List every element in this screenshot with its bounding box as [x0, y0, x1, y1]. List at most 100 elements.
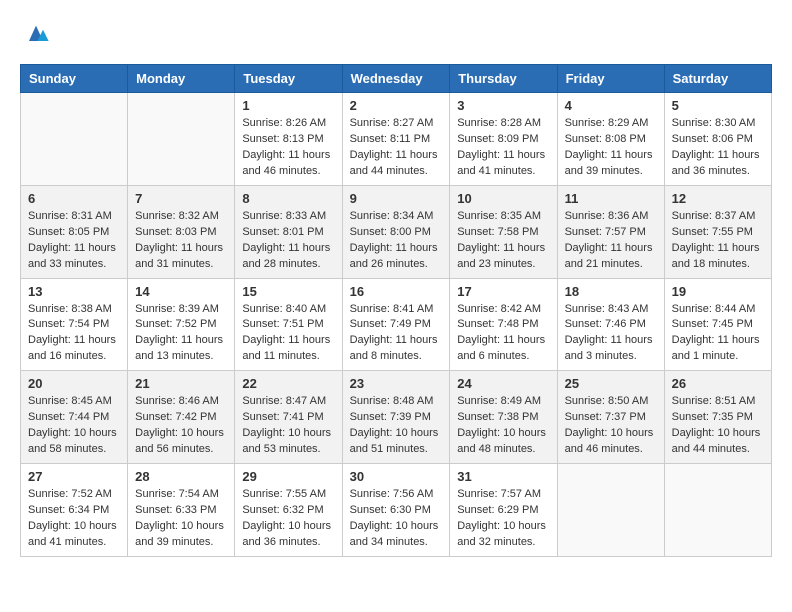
- weekday-header-saturday: Saturday: [664, 65, 771, 93]
- weekday-header-row: SundayMondayTuesdayWednesdayThursdayFrid…: [21, 65, 772, 93]
- day-info: Sunrise: 8:47 AM Sunset: 7:41 PM Dayligh…: [242, 394, 334, 458]
- calendar-cell: 13 Sunrise: 8:38 AM Sunset: 7:54 PM Dayli…: [21, 278, 128, 371]
- day-info: Sunrise: 8:51 AM Sunset: 7:35 PM Dayligh…: [672, 394, 764, 458]
- calendar-cell: 26 Sunrise: 8:51 AM Sunset: 7:35 PM Dayli…: [664, 371, 771, 464]
- day-info: Sunrise: 7:52 AM Sunset: 6:34 PM Dayligh…: [28, 487, 120, 551]
- day-number: 16: [350, 284, 443, 299]
- calendar-cell: 22 Sunrise: 8:47 AM Sunset: 7:41 PM Dayli…: [235, 371, 342, 464]
- weekday-header-thursday: Thursday: [450, 65, 557, 93]
- day-number: 6: [28, 191, 120, 206]
- day-number: 12: [672, 191, 764, 206]
- day-number: 8: [242, 191, 334, 206]
- day-number: 18: [565, 284, 657, 299]
- day-info: Sunrise: 8:44 AM Sunset: 7:45 PM Dayligh…: [672, 302, 764, 366]
- day-info: Sunrise: 8:46 AM Sunset: 7:42 PM Dayligh…: [135, 394, 227, 458]
- day-info: Sunrise: 8:33 AM Sunset: 8:01 PM Dayligh…: [242, 209, 334, 273]
- calendar-cell: 4 Sunrise: 8:29 AM Sunset: 8:08 PM Daylig…: [557, 93, 664, 186]
- calendar-cell: 30 Sunrise: 7:56 AM Sunset: 6:30 PM Dayli…: [342, 464, 450, 557]
- day-number: 19: [672, 284, 764, 299]
- calendar-cell: 27 Sunrise: 7:52 AM Sunset: 6:34 PM Dayli…: [21, 464, 128, 557]
- calendar-cell: [128, 93, 235, 186]
- day-info: Sunrise: 8:43 AM Sunset: 7:46 PM Dayligh…: [565, 302, 657, 366]
- day-info: Sunrise: 8:35 AM Sunset: 7:58 PM Dayligh…: [457, 209, 549, 273]
- weekday-header-friday: Friday: [557, 65, 664, 93]
- weekday-header-wednesday: Wednesday: [342, 65, 450, 93]
- calendar-cell: 9Sunrise: 8:34 AM Sunset: 8:00 PM Daylig…: [342, 185, 450, 278]
- calendar-cell: 6 Sunrise: 8:31 AM Sunset: 8:05 PM Daylig…: [21, 185, 128, 278]
- day-info: Sunrise: 8:50 AM Sunset: 7:37 PM Dayligh…: [565, 394, 657, 458]
- calendar-cell: 2 Sunrise: 8:27 AM Sunset: 8:11 PM Daylig…: [342, 93, 450, 186]
- calendar-cell: 24 Sunrise: 8:49 AM Sunset: 7:38 PM Dayli…: [450, 371, 557, 464]
- weekday-header-monday: Monday: [128, 65, 235, 93]
- day-info: Sunrise: 8:37 AM Sunset: 7:55 PM Dayligh…: [672, 209, 764, 273]
- weekday-header-tuesday: Tuesday: [235, 65, 342, 93]
- day-info: Sunrise: 7:56 AM Sunset: 6:30 PM Dayligh…: [350, 487, 443, 551]
- day-number: 31: [457, 469, 549, 484]
- calendar-table: SundayMondayTuesdayWednesdayThursdayFrid…: [20, 64, 772, 557]
- week-row-5: 27 Sunrise: 7:52 AM Sunset: 6:34 PM Dayli…: [21, 464, 772, 557]
- week-row-1: 1 Sunrise: 8:26 AM Sunset: 8:13 PM Daylig…: [21, 93, 772, 186]
- calendar-cell: [21, 93, 128, 186]
- calendar-cell: 20Sunrise: 8:45 AM Sunset: 7:44 PM Dayli…: [21, 371, 128, 464]
- day-number: 27: [28, 469, 120, 484]
- calendar-cell: 23 Sunrise: 8:48 AM Sunset: 7:39 PM Dayli…: [342, 371, 450, 464]
- day-number: 15: [242, 284, 334, 299]
- day-number: 22: [242, 376, 334, 391]
- calendar-cell: 29 Sunrise: 7:55 AM Sunset: 6:32 PM Dayli…: [235, 464, 342, 557]
- day-info: Sunrise: 8:29 AM Sunset: 8:08 PM Dayligh…: [565, 116, 657, 180]
- day-info: Sunrise: 7:55 AM Sunset: 6:32 PM Dayligh…: [242, 487, 334, 551]
- day-info: Sunrise: 8:42 AM Sunset: 7:48 PM Dayligh…: [457, 302, 549, 366]
- calendar-cell: 12 Sunrise: 8:37 AM Sunset: 7:55 PM Dayli…: [664, 185, 771, 278]
- calendar-cell: 25Sunrise: 8:50 AM Sunset: 7:37 PM Dayli…: [557, 371, 664, 464]
- day-number: 7: [135, 191, 227, 206]
- calendar-cell: 10 Sunrise: 8:35 AM Sunset: 7:58 PM Dayli…: [450, 185, 557, 278]
- day-number: 26: [672, 376, 764, 391]
- day-info: Sunrise: 8:31 AM Sunset: 8:05 PM Dayligh…: [28, 209, 120, 273]
- calendar-cell: 3 Sunrise: 8:28 AM Sunset: 8:09 PM Daylig…: [450, 93, 557, 186]
- day-number: 17: [457, 284, 549, 299]
- day-number: 3: [457, 98, 549, 113]
- day-info: Sunrise: 8:45 AM Sunset: 7:44 PM Dayligh…: [28, 394, 120, 458]
- week-row-2: 6 Sunrise: 8:31 AM Sunset: 8:05 PM Daylig…: [21, 185, 772, 278]
- calendar-cell: 11Sunrise: 8:36 AM Sunset: 7:57 PM Dayli…: [557, 185, 664, 278]
- day-number: 10: [457, 191, 549, 206]
- weekday-header-sunday: Sunday: [21, 65, 128, 93]
- calendar-cell: 31Sunrise: 7:57 AM Sunset: 6:29 PM Dayli…: [450, 464, 557, 557]
- calendar-cell: 5Sunrise: 8:30 AM Sunset: 8:06 PM Daylig…: [664, 93, 771, 186]
- day-info: Sunrise: 8:40 AM Sunset: 7:51 PM Dayligh…: [242, 302, 334, 366]
- calendar-cell: 19 Sunrise: 8:44 AM Sunset: 7:45 PM Dayli…: [664, 278, 771, 371]
- day-number: 13: [28, 284, 120, 299]
- week-row-3: 13 Sunrise: 8:38 AM Sunset: 7:54 PM Dayli…: [21, 278, 772, 371]
- day-number: 23: [350, 376, 443, 391]
- day-number: 29: [242, 469, 334, 484]
- day-info: Sunrise: 8:38 AM Sunset: 7:54 PM Dayligh…: [28, 302, 120, 366]
- calendar-cell: 14 Sunrise: 8:39 AM Sunset: 7:52 PM Dayli…: [128, 278, 235, 371]
- calendar-cell: 15 Sunrise: 8:40 AM Sunset: 7:51 PM Dayli…: [235, 278, 342, 371]
- calendar-cell: 8 Sunrise: 8:33 AM Sunset: 8:01 PM Daylig…: [235, 185, 342, 278]
- day-number: 24: [457, 376, 549, 391]
- day-info: Sunrise: 8:27 AM Sunset: 8:11 PM Dayligh…: [350, 116, 443, 180]
- calendar-cell: 18 Sunrise: 8:43 AM Sunset: 7:46 PM Dayli…: [557, 278, 664, 371]
- calendar-cell: 16Sunrise: 8:41 AM Sunset: 7:49 PM Dayli…: [342, 278, 450, 371]
- day-info: Sunrise: 8:48 AM Sunset: 7:39 PM Dayligh…: [350, 394, 443, 458]
- day-number: 2: [350, 98, 443, 113]
- day-number: 4: [565, 98, 657, 113]
- calendar-cell: [557, 464, 664, 557]
- day-info: Sunrise: 8:30 AM Sunset: 8:06 PM Dayligh…: [672, 116, 764, 180]
- day-number: 21: [135, 376, 227, 391]
- day-info: Sunrise: 8:39 AM Sunset: 7:52 PM Dayligh…: [135, 302, 227, 366]
- day-number: 11: [565, 191, 657, 206]
- calendar-cell: 28Sunrise: 7:54 AM Sunset: 6:33 PM Dayli…: [128, 464, 235, 557]
- calendar-cell: 7 Sunrise: 8:32 AM Sunset: 8:03 PM Daylig…: [128, 185, 235, 278]
- day-info: Sunrise: 8:28 AM Sunset: 8:09 PM Dayligh…: [457, 116, 549, 180]
- day-info: Sunrise: 8:32 AM Sunset: 8:03 PM Dayligh…: [135, 209, 227, 273]
- calendar-cell: 1 Sunrise: 8:26 AM Sunset: 8:13 PM Daylig…: [235, 93, 342, 186]
- day-info: Sunrise: 8:26 AM Sunset: 8:13 PM Dayligh…: [242, 116, 334, 180]
- day-info: Sunrise: 8:49 AM Sunset: 7:38 PM Dayligh…: [457, 394, 549, 458]
- day-number: 30: [350, 469, 443, 484]
- day-number: 1: [242, 98, 334, 113]
- day-number: 28: [135, 469, 227, 484]
- calendar-cell: [664, 464, 771, 557]
- logo: [20, 20, 50, 48]
- day-number: 14: [135, 284, 227, 299]
